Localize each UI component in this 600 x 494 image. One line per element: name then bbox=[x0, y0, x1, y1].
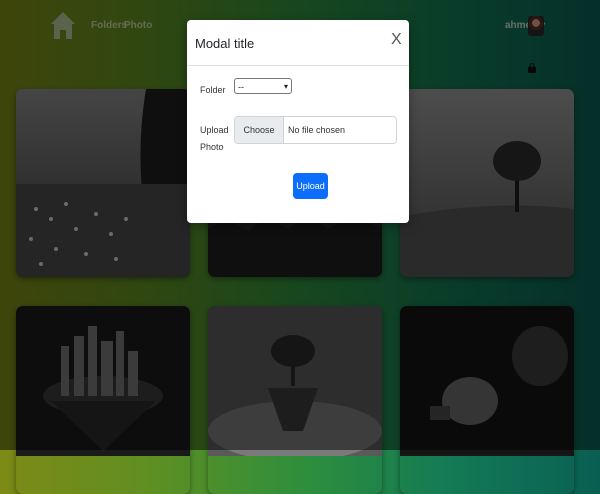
upload-modal: Modal title X Folder -- ▾ Upload Photo C… bbox=[187, 20, 409, 223]
folder-label: Folder bbox=[200, 85, 226, 95]
upload-photo-label-line2: Photo bbox=[200, 142, 224, 152]
modal-header: Modal title X bbox=[187, 20, 409, 66]
folder-select[interactable]: -- ▾ bbox=[234, 78, 292, 94]
close-button[interactable]: X bbox=[391, 32, 402, 48]
choose-file-button[interactable]: Choose File bbox=[235, 117, 284, 143]
upload-button[interactable]: Upload bbox=[293, 173, 328, 199]
modal-title: Modal title bbox=[195, 36, 255, 51]
file-status-text: No file chosen bbox=[288, 125, 346, 135]
file-input[interactable]: Choose File No file chosen bbox=[234, 116, 397, 144]
folder-select-value: -- bbox=[238, 82, 244, 92]
chevron-down-icon: ▾ bbox=[283, 82, 288, 91]
upload-photo-label-line1: Upload bbox=[200, 125, 229, 135]
